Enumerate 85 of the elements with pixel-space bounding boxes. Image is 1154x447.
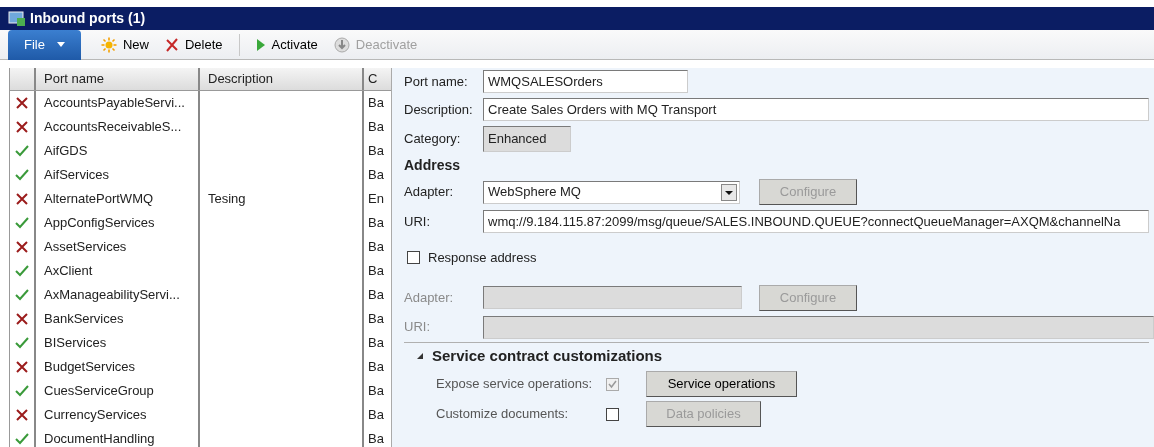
toolbar-button[interactable]: Delete — [156, 29, 231, 60]
checkmark-icon — [15, 337, 29, 349]
table-cell-text: Ba — [368, 286, 384, 305]
table-cell-text: AxClient — [44, 262, 93, 281]
field-label: Category: — [404, 130, 462, 149]
table-cell-text: Ba — [368, 382, 384, 401]
field-label: URI: — [404, 318, 431, 337]
input-field[interactable]: WMQSALESOrders — [483, 70, 688, 93]
field-label: Expose service operations: — [436, 375, 594, 394]
table-cell-text: AifGDS — [44, 142, 88, 161]
checkmark-icon — [15, 433, 29, 445]
table-cell-text: Ba — [368, 358, 384, 377]
table-cell-text: Ba — [368, 214, 384, 233]
service-operations-button[interactable]: Service operations — [646, 371, 797, 397]
table-cell-text: Ba — [368, 142, 384, 161]
column-header[interactable]: C — [364, 68, 388, 90]
table-cell-text: Ba — [368, 166, 384, 185]
table-cell-text: AccountsPayableServi... — [44, 94, 185, 113]
caret-icon — [56, 42, 65, 47]
table-cell-text: BudgetServices — [44, 358, 136, 377]
table-cell-text: Ba — [368, 406, 384, 425]
x-icon — [16, 97, 28, 109]
adapter-dropdown[interactable]: WebSphere MQ — [483, 180, 740, 204]
toolbar-button[interactable]: Activate — [247, 29, 326, 60]
table-cell-text: DocumentHandling — [44, 430, 155, 447]
x-icon — [16, 361, 28, 373]
input-field[interactable] — [483, 286, 742, 309]
checkmark-icon — [15, 385, 29, 397]
table-cell-text: Tesing — [208, 190, 246, 209]
window-title: Inbound ports (1) — [30, 9, 146, 28]
table-cell-text: BIServices — [44, 334, 107, 353]
column-header[interactable]: Description — [200, 68, 364, 90]
table-cell-text: AifServices — [44, 166, 110, 185]
play-icon — [255, 37, 266, 52]
sparkle-icon — [100, 36, 117, 53]
section-heading: Service contract customizations — [432, 345, 663, 366]
toolbar-button[interactable]: New — [92, 29, 157, 60]
caret-icon — [721, 183, 737, 201]
table-cell-text: CurrencyServices — [44, 406, 147, 425]
table-cell-text: Ba — [368, 118, 384, 137]
table-cell-text: Ba — [368, 430, 384, 447]
window-icon — [8, 10, 26, 27]
table-cell-text: CuesServiceGroup — [44, 382, 154, 401]
field-label: Adapter: — [404, 288, 455, 307]
table-cell-text: AlternatePortWMQ — [44, 190, 154, 209]
table-cell-text: En — [368, 190, 384, 209]
input-field[interactable]: Create Sales Orders with MQ Transport — [483, 98, 1149, 121]
field-label: URI: — [404, 212, 431, 231]
table-cell-text: Ba — [368, 310, 384, 329]
input-field[interactable]: Enhanced — [483, 126, 571, 152]
input-field[interactable] — [483, 315, 1154, 339]
checkbox-label: Response address — [428, 249, 537, 267]
input-field[interactable]: wmq://9.184.115.87:2099/msg/queue/SALES.INBOUND.QUEUE?connectQueueManager=AXQM&channelNa — [483, 210, 1149, 233]
table-cell-text: AssetServices — [44, 238, 127, 257]
down-circle-icon — [333, 36, 350, 53]
checkmark-icon — [15, 265, 29, 277]
checkmark-icon — [15, 145, 29, 157]
field-label: Adapter: — [404, 183, 455, 202]
column-header[interactable]: Port name — [36, 68, 200, 90]
field-label: Description: — [404, 100, 474, 119]
x-icon — [16, 313, 28, 325]
checkmark-icon — [15, 289, 29, 301]
collapse-triangle-icon[interactable] — [416, 351, 424, 360]
section-heading: Address — [404, 156, 462, 175]
x-icon — [164, 37, 179, 52]
table-cell-text: Ba — [368, 262, 384, 281]
x-icon — [16, 409, 28, 421]
x-icon — [16, 121, 28, 133]
table-cell-text: Ba — [368, 334, 384, 353]
field-label: Customize documents: — [436, 405, 570, 424]
checkbox[interactable] — [606, 407, 619, 421]
table-cell-text: Ba — [368, 94, 384, 113]
field-label: Port name: — [404, 72, 469, 91]
file-menu-button[interactable]: File — [8, 29, 81, 60]
table-cell-text: BankServices — [44, 310, 124, 329]
checkbox[interactable] — [606, 377, 619, 391]
table-cell-text: AccountsReceivableS... — [44, 118, 182, 137]
checkmark-icon — [15, 169, 29, 181]
table-cell-text: AppConfigServices — [44, 214, 155, 233]
checkmark-icon — [15, 217, 29, 229]
table-cell-text: AxManageabilityServi... — [44, 286, 180, 305]
checkbox[interactable] — [407, 251, 420, 265]
x-icon — [16, 241, 28, 253]
x-icon — [16, 193, 28, 205]
table-cell-text: Ba — [368, 238, 384, 257]
